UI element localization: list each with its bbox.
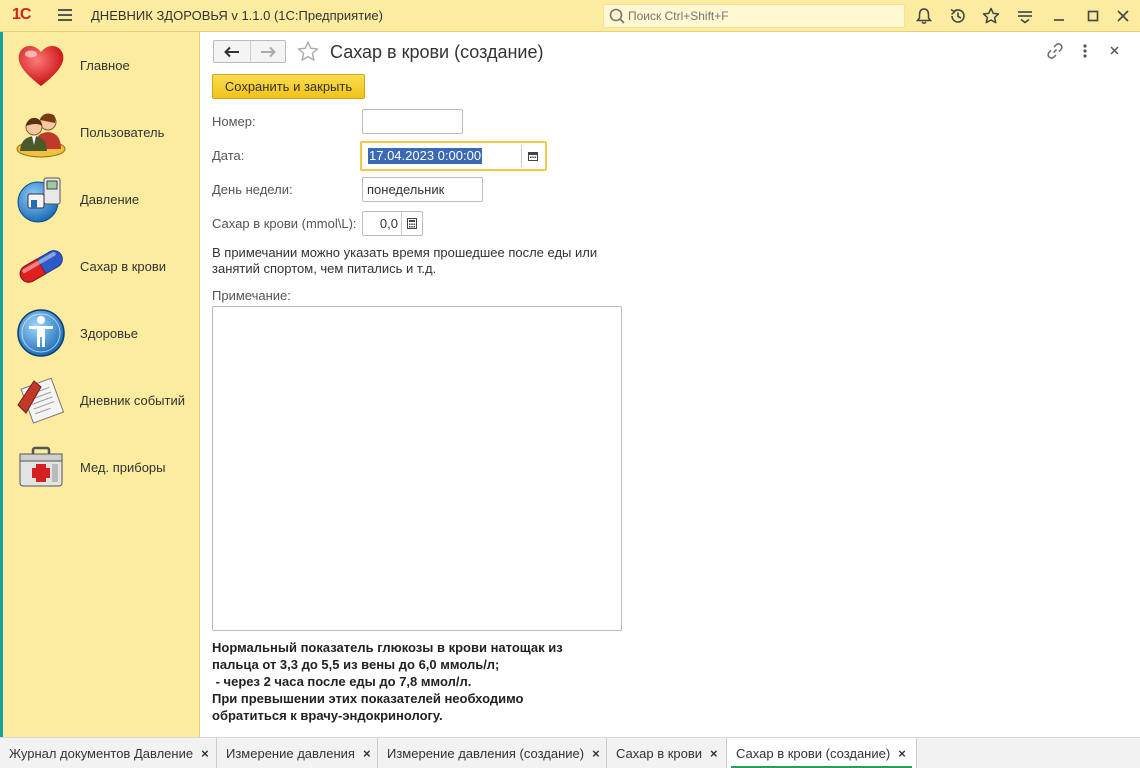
page-title: Сахар в крови (создание) (330, 42, 544, 62)
date-value[interactable]: 17.04.2023 0:00:00 (368, 148, 483, 164)
tab-close-icon[interactable]: × (201, 746, 209, 761)
glucose-info: Нормальный показатель глюкозы в крови на… (212, 639, 632, 724)
favorite-star-icon[interactable] (296, 40, 320, 64)
note-textarea[interactable] (212, 306, 622, 631)
tab-label: Журнал документов Давление (9, 746, 194, 761)
history-icon[interactable] (948, 6, 968, 26)
first-aid-kit-icon (19, 446, 63, 487)
weekday-field[interactable]: понедельник (362, 177, 483, 202)
tonometer-icon (17, 177, 61, 223)
calendar-icon (527, 152, 538, 161)
tab-blood-sugar[interactable]: Сахар в крови × (607, 738, 727, 768)
sidebar-item-label: Здоровье (80, 325, 139, 341)
note-hint-line: занятий спортом, чем питались и т.д. (212, 261, 437, 276)
star-icon[interactable] (981, 6, 1001, 26)
tab-label: Сахар в крови (создание) (736, 746, 891, 761)
info-line: пальца от 3,3 до 5,5 из вены до 6,0 ммол… (212, 657, 500, 672)
sidebar-item-label: Давление (80, 191, 140, 207)
form-close-icon[interactable] (1106, 42, 1124, 60)
back-button[interactable] (214, 41, 250, 62)
tab-label: Измерение давления (226, 746, 355, 761)
arrow-left-icon (223, 46, 239, 57)
maximize-icon[interactable] (1083, 6, 1103, 26)
date-field[interactable]: 17.04.2023 0:00:00 (360, 141, 547, 171)
main-menu-icon[interactable] (58, 9, 72, 21)
sidebar-item-medical-devices[interactable]: Мед. приборы (14, 437, 200, 497)
info-line: При превышении этих показателей необходи… (212, 691, 524, 706)
tab-close-icon[interactable]: × (898, 746, 906, 761)
info-line: - через 2 часа после еды до 7,8 ммол/л. (212, 674, 472, 689)
calculator-icon (407, 218, 417, 229)
tab-blood-sugar-create[interactable]: Сахар в крови (создание) × (727, 738, 917, 768)
link-icon[interactable] (1046, 42, 1064, 60)
search-input[interactable] (628, 9, 898, 23)
arrow-right-icon (260, 46, 276, 57)
note-hint: В примечании можно указать время прошедш… (212, 245, 632, 277)
close-icon[interactable] (1113, 6, 1133, 26)
tab-pressure-measurement[interactable]: Измерение давления × (217, 738, 378, 768)
sugar-label: Сахар в крови (mmol\L): (212, 216, 357, 231)
form-panel: Сахар в крови (создание) Сохранить и зак… (200, 32, 1140, 737)
sidebar-edge (0, 32, 3, 737)
sidebar-item-pressure[interactable]: Давление (14, 169, 200, 229)
sidebar-item-label: Дневник событий (80, 392, 186, 408)
sugar-value[interactable]: 0,0 (380, 216, 398, 231)
tab-label: Измерение давления (создание) (387, 746, 585, 761)
more-icon[interactable] (1076, 42, 1094, 60)
sidebar-item-blood-sugar[interactable]: Сахар в крови (14, 236, 200, 296)
note-hint-line: В примечании можно указать время прошедш… (212, 245, 598, 260)
tab-label: Сахар в крови (616, 746, 703, 761)
sidebar-item-main[interactable]: Главное (14, 35, 200, 95)
info-line: обратиться к врачу-эндокринологу. (212, 708, 443, 723)
sidebar-item-label: Сахар в крови (80, 258, 167, 274)
app-logo[interactable]: 1С (12, 6, 31, 24)
tab-pressure-journal[interactable]: Журнал документов Давление × (0, 738, 217, 768)
search-icon (609, 8, 625, 24)
open-windows-tabs: Журнал документов Давление × Измерение д… (0, 737, 1140, 768)
sidebar-item-health[interactable]: Здоровье (14, 303, 200, 363)
menu-lines-icon[interactable] (1015, 6, 1035, 26)
number-field[interactable] (362, 109, 463, 134)
tab-pressure-measurement-create[interactable]: Измерение давления (создание) × (378, 738, 607, 768)
search-box[interactable] (603, 4, 905, 28)
tab-close-icon[interactable]: × (710, 746, 718, 761)
sidebar-item-label: Главное (80, 57, 130, 73)
weekday-label: День недели: (212, 182, 293, 197)
title-bar: 1С ДНЕВНИК ЗДОРОВЬЯ v 1.1.0 (1С:Предприя… (0, 0, 1140, 32)
nav-buttons (213, 40, 286, 63)
tab-close-icon[interactable]: × (592, 746, 600, 761)
date-label: Дата: (212, 148, 245, 163)
note-label: Примечание: (212, 288, 291, 303)
sidebar-item-event-diary[interactable]: Дневник событий (14, 370, 200, 430)
calendar-button[interactable] (521, 145, 543, 167)
person-circle-icon (17, 309, 65, 357)
sugar-field[interactable]: 0,0 (362, 211, 423, 236)
heart-icon (18, 46, 64, 86)
journal-icon (17, 377, 65, 424)
sidebar-item-label: Пользователь (80, 124, 165, 140)
app-title: ДНЕВНИК ЗДОРОВЬЯ v 1.1.0 (1С:Предприятие… (91, 8, 383, 23)
sidebar: Главное Пользователь Давление Сахар в кр… (0, 32, 200, 737)
info-line: Нормальный показатель глюкозы в крови на… (212, 640, 563, 655)
sidebar-item-label: Мед. приборы (80, 459, 166, 475)
tab-close-icon[interactable]: × (363, 746, 371, 761)
users-icon (16, 113, 66, 158)
minimize-icon[interactable] (1049, 6, 1069, 26)
forward-button[interactable] (249, 41, 286, 62)
save-and-close-button[interactable]: Сохранить и закрыть (212, 74, 365, 99)
bell-icon[interactable] (914, 6, 934, 26)
sidebar-item-user[interactable]: Пользователь (14, 102, 200, 162)
pill-icon (19, 250, 63, 283)
number-label: Номер: (212, 114, 256, 129)
calculator-button[interactable] (401, 212, 422, 235)
